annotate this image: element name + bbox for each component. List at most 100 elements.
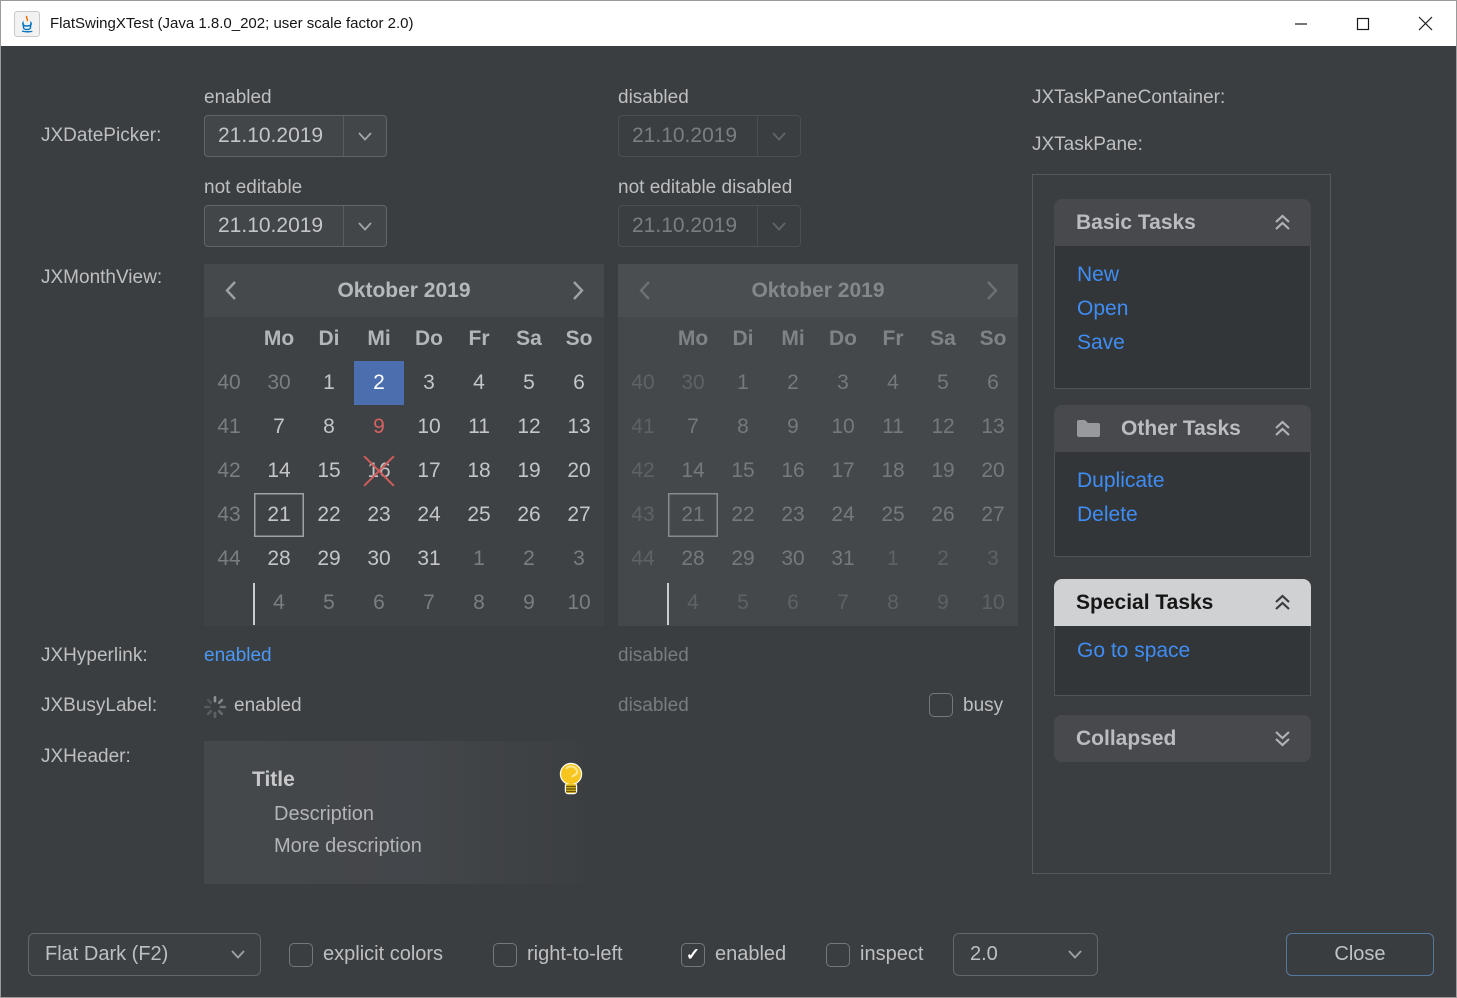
- close-button[interactable]: [1394, 1, 1456, 46]
- chevrons-up-icon[interactable]: [1272, 593, 1293, 612]
- week-number: 43: [204, 493, 254, 537]
- day-cell-1[interactable]: 1: [304, 361, 354, 405]
- day-cell-14[interactable]: 14: [254, 449, 304, 493]
- day-cell-3[interactable]: 3: [404, 361, 454, 405]
- day-cell-7: 7: [668, 405, 718, 449]
- taskpane-header[interactable]: Special Tasks: [1054, 579, 1311, 626]
- day-cell-6[interactable]: 6: [354, 581, 404, 625]
- day-cell-24: 24: [818, 493, 868, 537]
- maximize-button[interactable]: [1332, 1, 1394, 46]
- day-cell-6: 6: [968, 361, 1018, 405]
- day-cell-10[interactable]: 10: [554, 581, 604, 625]
- datepicker-noteditable-disabled-caption: not editable disabled: [618, 177, 792, 199]
- close-dialog-button[interactable]: Close: [1286, 933, 1434, 976]
- datepicker-not-editable-value[interactable]: 21.10.2019: [205, 206, 343, 246]
- chevrons-up-icon[interactable]: [1272, 213, 1293, 232]
- taskpane-link-open[interactable]: Open: [1077, 292, 1310, 326]
- day-cell-8[interactable]: 8: [454, 581, 504, 625]
- day-cell-12[interactable]: 12: [504, 405, 554, 449]
- day-cell-29[interactable]: 29: [304, 537, 354, 581]
- taskpane-header[interactable]: Basic Tasks: [1054, 199, 1311, 246]
- jxtaskpanecontainer-label: JXTaskPaneContainer:: [1032, 87, 1225, 109]
- chevron-down-icon[interactable]: [343, 116, 386, 156]
- day-cell-6[interactable]: 6: [554, 361, 604, 405]
- taskpane-header[interactable]: Collapsed: [1054, 715, 1311, 762]
- taskpane-header[interactable]: Other Tasks: [1054, 405, 1311, 452]
- day-cell-28[interactable]: 28: [254, 537, 304, 581]
- week-number: 44: [618, 537, 668, 581]
- datepicker-enabled-value[interactable]: 21.10.2019: [205, 116, 343, 156]
- monthview-week-row: 4321222324252627: [618, 493, 1018, 537]
- taskpane-link-new[interactable]: New: [1077, 258, 1310, 292]
- day-cell-13: 13: [968, 405, 1018, 449]
- day-cell-4: 4: [868, 361, 918, 405]
- chevron-down-icon[interactable]: [343, 206, 386, 246]
- enabled-checkbox[interactable]: ✓: [681, 943, 705, 967]
- day-cell-8[interactable]: 8: [304, 405, 354, 449]
- datepicker-not-editable[interactable]: 21.10.2019: [204, 205, 387, 247]
- day-cell-9[interactable]: 9: [354, 405, 404, 449]
- taskpane-link-save[interactable]: Save: [1077, 326, 1310, 360]
- theme-select[interactable]: Flat Dark (F2): [28, 933, 261, 976]
- datepicker-enabled-caption: enabled: [204, 87, 272, 109]
- taskpane-link-delete[interactable]: Delete: [1077, 498, 1310, 532]
- minimize-button[interactable]: [1270, 1, 1332, 46]
- day-cell-30[interactable]: 30: [354, 537, 404, 581]
- taskpane-basic-tasks: Basic Tasks NewOpenSave: [1054, 199, 1311, 389]
- day-cell-17[interactable]: 17: [404, 449, 454, 493]
- day-cell-7[interactable]: 7: [404, 581, 454, 625]
- monthview-week-row: 4030123456: [204, 361, 604, 405]
- day-cell-3: 3: [968, 537, 1018, 581]
- taskpane-link-go-to-space[interactable]: Go to space: [1077, 634, 1310, 668]
- day-cell-22[interactable]: 22: [304, 493, 354, 537]
- day-cell-4[interactable]: 4: [254, 581, 304, 625]
- checkbox-label: right-to-left: [527, 943, 623, 966]
- chevron-right-icon[interactable]: [552, 280, 604, 301]
- chevron-down-icon: [231, 950, 245, 959]
- chevrons-up-icon[interactable]: [1272, 419, 1293, 438]
- explicit-colors-checkbox[interactable]: [289, 943, 313, 967]
- day-cell-24[interactable]: 24: [404, 493, 454, 537]
- day-cell-26[interactable]: 26: [504, 493, 554, 537]
- chevrons-down-icon[interactable]: [1272, 729, 1293, 748]
- chevron-left-icon[interactable]: [204, 280, 256, 301]
- day-cell-2[interactable]: 2: [354, 361, 404, 405]
- day-cell-4[interactable]: 4: [454, 361, 504, 405]
- hyperlink-enabled[interactable]: enabled: [204, 645, 272, 667]
- day-cell-30: 30: [668, 361, 718, 405]
- checkbox-option-right-to-left: right-to-left: [493, 933, 623, 976]
- day-cell-11[interactable]: 11: [454, 405, 504, 449]
- datepicker-enabled[interactable]: 21.10.2019: [204, 115, 387, 157]
- day-cell-7[interactable]: 7: [254, 405, 304, 449]
- day-cell-25[interactable]: 25: [454, 493, 504, 537]
- taskpane-link-duplicate[interactable]: Duplicate: [1077, 464, 1310, 498]
- day-cell-20[interactable]: 20: [554, 449, 604, 493]
- monthview-week-row: 45678910: [204, 581, 604, 625]
- day-cell-27[interactable]: 27: [554, 493, 604, 537]
- day-cell-9[interactable]: 9: [504, 581, 554, 625]
- day-cell-5[interactable]: 5: [304, 581, 354, 625]
- day-cell-31[interactable]: 31: [404, 537, 454, 581]
- right-to-left-checkbox[interactable]: [493, 943, 517, 967]
- day-cell-5[interactable]: 5: [504, 361, 554, 405]
- week-number: 42: [618, 449, 668, 493]
- day-cell-15[interactable]: 15: [304, 449, 354, 493]
- day-cell-23[interactable]: 23: [354, 493, 404, 537]
- scale-select[interactable]: 2.0: [953, 933, 1098, 976]
- inspect-checkbox[interactable]: [826, 943, 850, 967]
- day-cell-2[interactable]: 2: [504, 537, 554, 581]
- jxheader-panel: Title Description More description: [204, 741, 583, 884]
- day-cell-30[interactable]: 30: [254, 361, 304, 405]
- day-cell-13[interactable]: 13: [554, 405, 604, 449]
- day-cell-16[interactable]: 16: [354, 449, 404, 493]
- taskpane-container: Basic TasksNewOpenSaveOther TasksDuplica…: [1032, 174, 1331, 874]
- day-cell-10[interactable]: 10: [404, 405, 454, 449]
- day-cell-21[interactable]: 21: [254, 493, 304, 537]
- day-cell-3[interactable]: 3: [554, 537, 604, 581]
- day-header-Mo: Mo: [668, 317, 718, 361]
- busy-checkbox[interactable]: [929, 693, 953, 717]
- day-cell-18[interactable]: 18: [454, 449, 504, 493]
- day-cell-1[interactable]: 1: [454, 537, 504, 581]
- day-cell-19[interactable]: 19: [504, 449, 554, 493]
- taskpane-content: DuplicateDelete: [1054, 452, 1311, 557]
